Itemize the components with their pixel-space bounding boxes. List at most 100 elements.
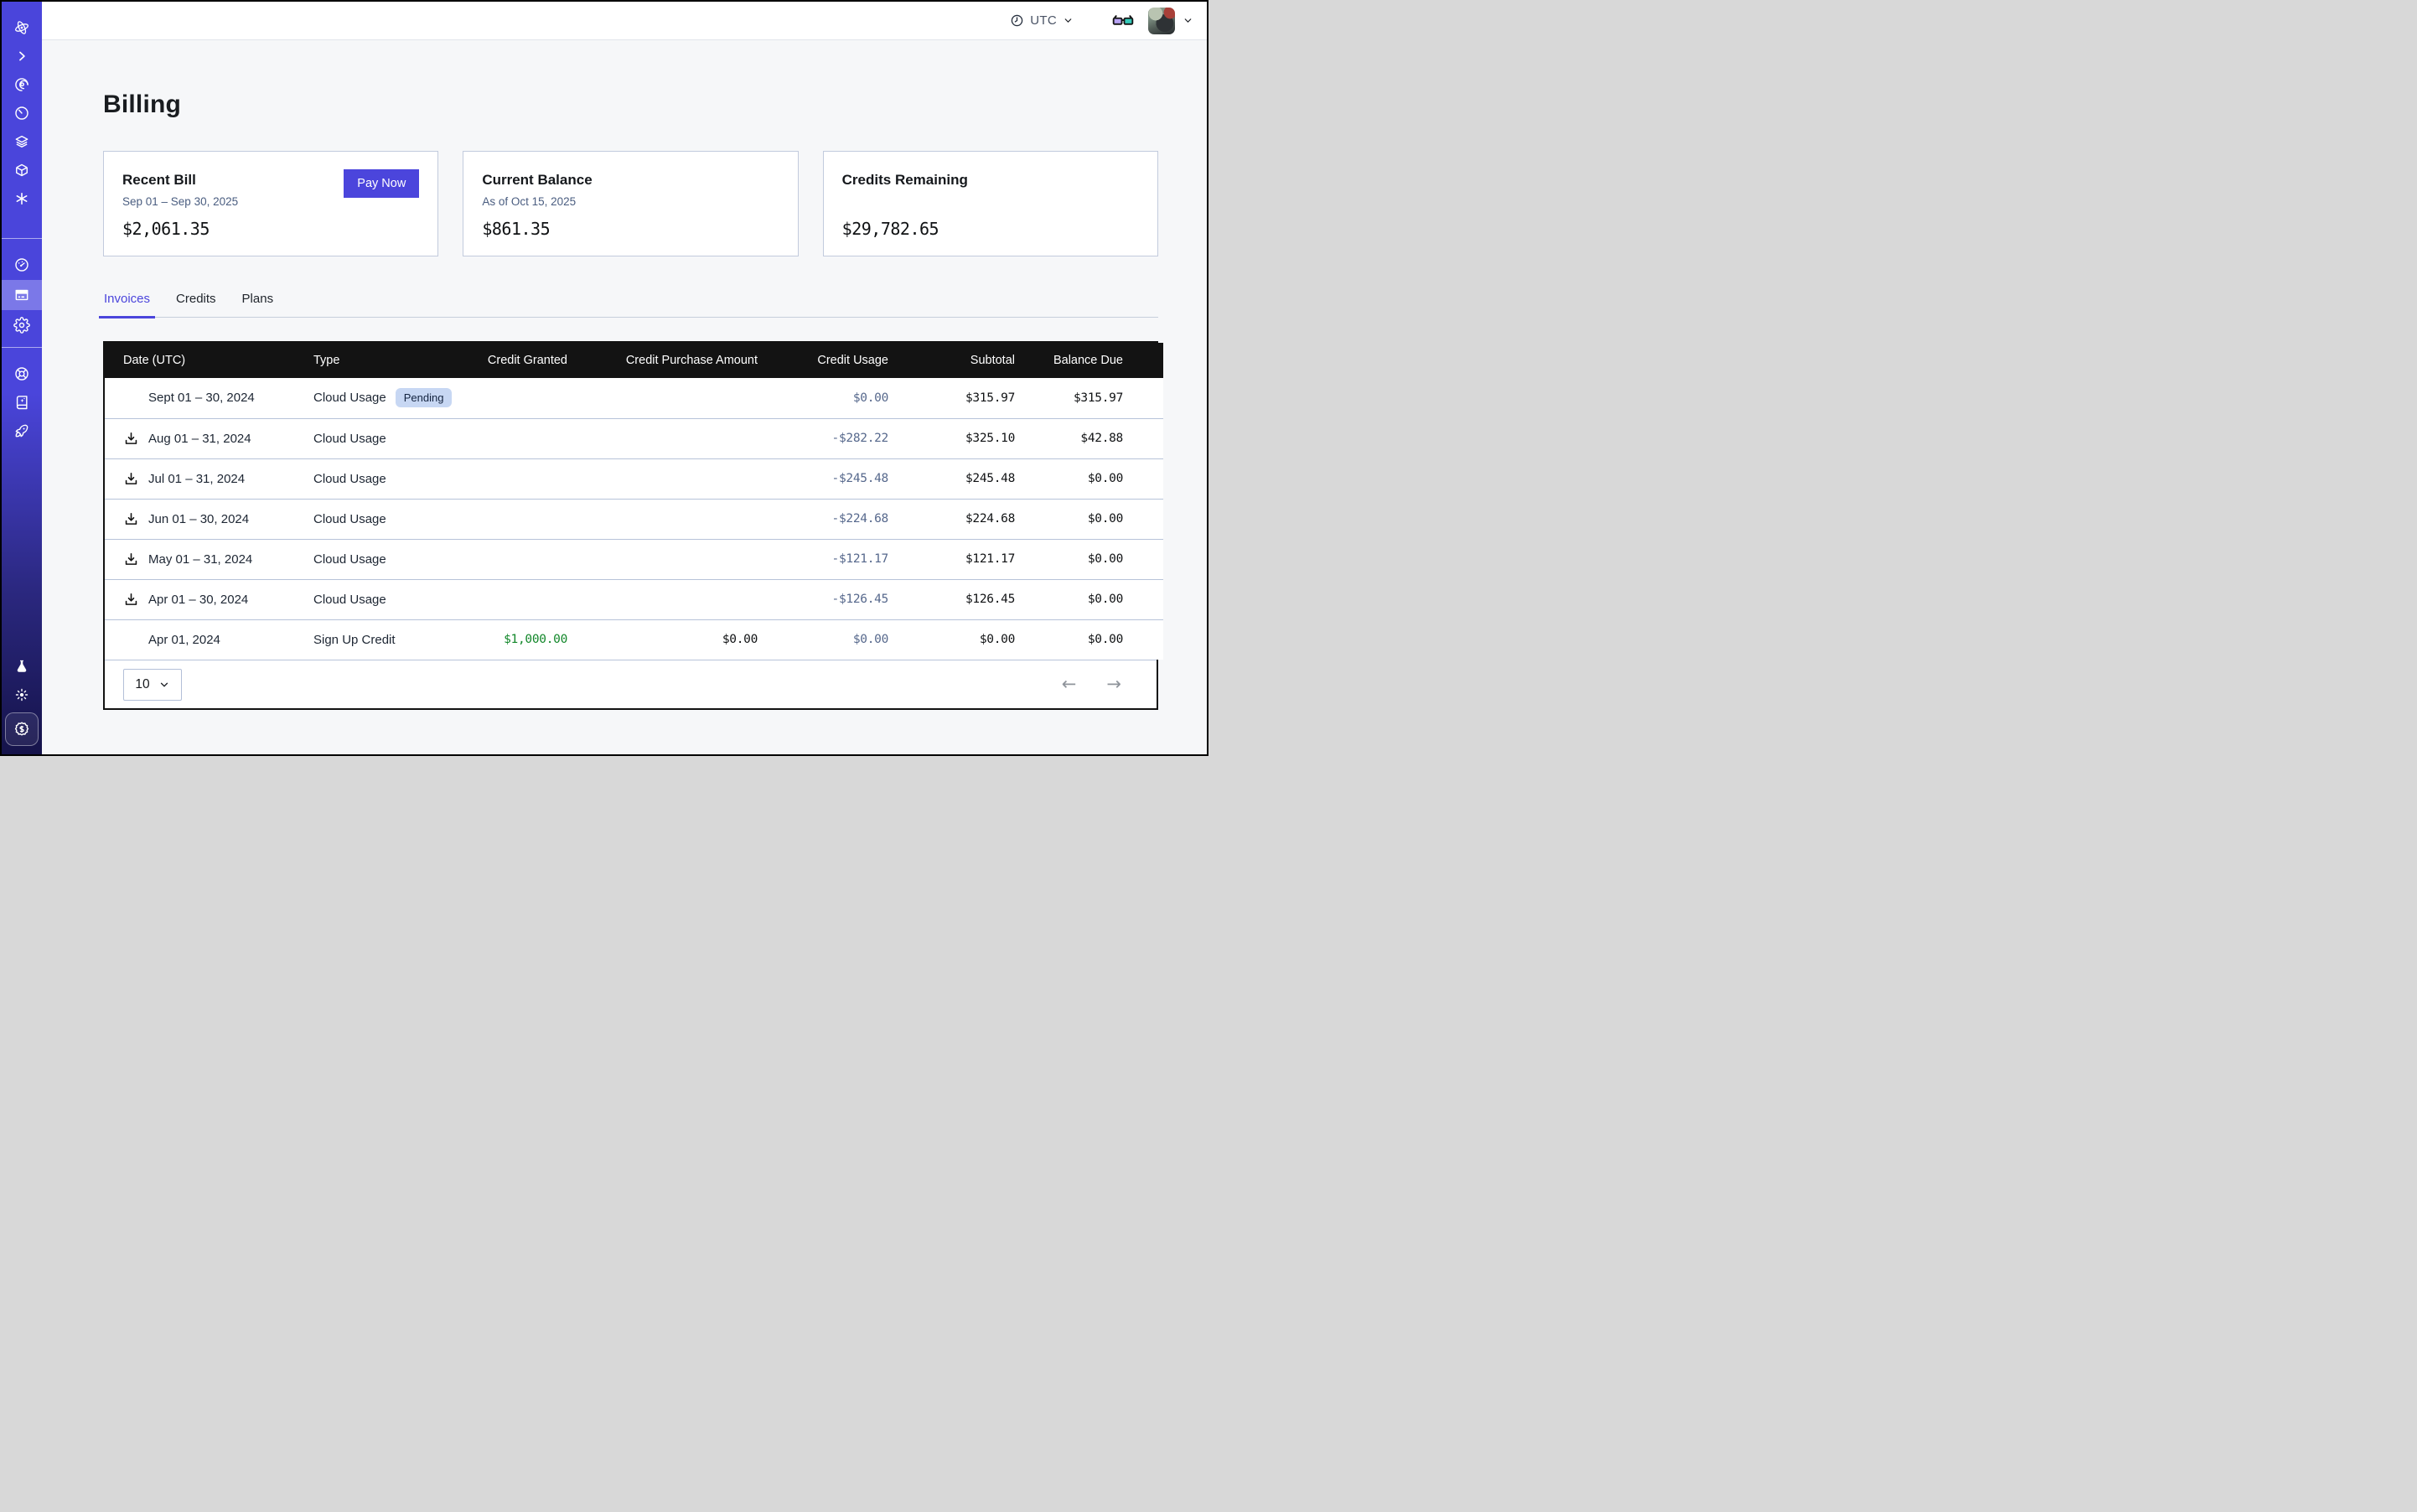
billing-icon[interactable] (2, 280, 42, 310)
pay-now-button[interactable]: Pay Now (344, 169, 419, 198)
card-title: Recent Bill (122, 172, 196, 189)
sidebar-divider (2, 238, 42, 239)
invoice-type: Cloud Usage (313, 512, 386, 526)
subtotal-value: $315.97 (888, 378, 1015, 418)
tab-credits[interactable]: Credits (175, 292, 217, 317)
table-footer: 10 ← → (105, 660, 1157, 708)
credit-granted-value (473, 378, 567, 418)
table-row: May 01 – 31, 2024 Cloud Usage -$121.17 $… (105, 539, 1163, 579)
usage-icon[interactable] (2, 250, 42, 280)
credit-usage-value: -$121.17 (758, 539, 888, 579)
column-header-balance-due: Balance Due (1015, 343, 1163, 378)
table-row: Jul 01 – 31, 2024 Cloud Usage -$245.48 $… (105, 458, 1163, 499)
table-row: Jun 01 – 30, 2024 Cloud Usage -$224.68 $… (105, 499, 1163, 539)
billing-summary-cards: Recent Bill Sep 01 – Sep 30, 2025 $2,061… (103, 151, 1158, 256)
docs-icon[interactable] (2, 388, 42, 417)
rocket-icon[interactable] (2, 417, 42, 445)
invoice-type: Cloud Usage (313, 391, 386, 405)
download-invoice-icon[interactable] (123, 470, 140, 487)
balance-due-value: $42.88 (1015, 418, 1163, 458)
layers-icon[interactable] (2, 127, 42, 156)
upgrade-icon[interactable] (5, 712, 39, 746)
labs-icon[interactable] (2, 652, 42, 681)
table-row: Apr 01 – 30, 2024 Cloud Usage -$126.45 $… (105, 579, 1163, 619)
page-size-value: 10 (135, 677, 149, 692)
credit-usage-value: $0.00 (758, 378, 888, 418)
page-title: Billing (103, 89, 1158, 121)
balance-due-value: $0.00 (1015, 539, 1163, 579)
balance-due-value: $0.00 (1015, 579, 1163, 619)
tab-invoices[interactable]: Invoices (103, 292, 151, 317)
credit-granted-value (473, 418, 567, 458)
chevron-down-icon (1063, 15, 1074, 26)
subtotal-value: $325.10 (888, 418, 1015, 458)
next-page-button[interactable]: → (1106, 676, 1121, 693)
column-header-credit-usage: Credit Usage (758, 343, 888, 378)
download-invoice-icon[interactable] (123, 591, 140, 608)
sidebar-divider (2, 347, 42, 348)
invoice-type: Sign Up Credit (313, 633, 396, 647)
credit-purchase-value (567, 458, 758, 499)
timezone-label: UTC (1030, 13, 1057, 28)
table-row: Apr 01, 2024 Sign Up Credit $1,000.00 $0… (105, 619, 1163, 660)
avatar[interactable] (1148, 8, 1175, 34)
credit-granted-value (473, 458, 567, 499)
top-header: UTC (42, 2, 1207, 40)
card-amount: $29,782.65 (842, 219, 939, 239)
column-header-credit-purchase-amount: Credit Purchase Amount (567, 343, 758, 378)
credit-purchase-value (567, 378, 758, 418)
tasks-icon[interactable] (2, 184, 42, 213)
download-invoice-icon[interactable] (123, 551, 140, 567)
prev-page-button[interactable]: ← (1062, 676, 1077, 693)
column-header-subtotal: Subtotal (888, 343, 1015, 378)
balance-due-value: $0.00 (1015, 458, 1163, 499)
credit-usage-value: -$126.45 (758, 579, 888, 619)
card-subtitle: As of Oct 15, 2025 (482, 195, 576, 208)
main-content: Billing Recent Bill Sep 01 – Sep 30, 202… (42, 40, 1207, 754)
download-invoice-icon[interactable] (123, 510, 140, 527)
account-menu-chevron-icon[interactable] (1183, 15, 1193, 26)
invoice-type: Cloud Usage (313, 552, 386, 567)
invoice-date: Apr 01 – 30, 2024 (148, 593, 248, 607)
credit-usage-value: -$282.22 (758, 418, 888, 458)
invoice-date: Aug 01 – 31, 2024 (148, 432, 251, 446)
timezone-selector[interactable]: UTC (1010, 13, 1074, 28)
card-title: Current Balance (482, 172, 592, 189)
logo-icon[interactable] (2, 13, 42, 42)
package-icon[interactable] (2, 156, 42, 184)
page-size-select[interactable]: 10 (123, 669, 182, 701)
credits-remaining-card: Credits Remaining $29,782.65 (823, 151, 1158, 256)
balance-due-value: $0.00 (1015, 499, 1163, 539)
credit-granted-value (473, 539, 567, 579)
history-icon[interactable] (2, 99, 42, 127)
tab-plans[interactable]: Plans (241, 292, 275, 317)
current-balance-card: Current Balance As of Oct 15, 2025 $861.… (463, 151, 798, 256)
invoice-date: Apr 01, 2024 (148, 633, 220, 647)
expand-sidebar-icon[interactable] (2, 42, 42, 70)
support-icon[interactable] (2, 360, 42, 388)
billing-tabs: Invoices Credits Plans (103, 292, 1158, 318)
invoice-type: Cloud Usage (313, 472, 386, 486)
explore-icon[interactable] (2, 70, 42, 99)
subtotal-value: $0.00 (888, 619, 1015, 660)
download-placeholder (123, 390, 140, 406)
card-amount: $861.35 (482, 219, 550, 239)
column-header-date: Date (UTC) (105, 343, 313, 378)
table-row: Aug 01 – 31, 2024 Cloud Usage -$282.22 $… (105, 418, 1163, 458)
sidebar-spacer (2, 445, 42, 652)
presentation-mode-button[interactable] (1112, 13, 1134, 28)
card-title: Credits Remaining (842, 172, 968, 189)
credit-purchase-value (567, 418, 758, 458)
invoice-date: Sept 01 – 30, 2024 (148, 391, 255, 405)
settings-icon[interactable] (2, 310, 42, 340)
column-header-type: Type (313, 343, 473, 378)
subtotal-value: $121.17 (888, 539, 1015, 579)
credit-usage-value: $0.00 (758, 619, 888, 660)
credit-granted-value (473, 579, 567, 619)
theme-icon[interactable] (2, 681, 42, 709)
download-invoice-icon[interactable] (123, 430, 140, 447)
table-row: Sept 01 – 30, 2024 Cloud Usage Pending $… (105, 378, 1163, 418)
app-window: UTC Billing (0, 0, 1208, 756)
invoice-date: Jul 01 – 31, 2024 (148, 472, 245, 486)
credit-granted-value (473, 499, 567, 539)
